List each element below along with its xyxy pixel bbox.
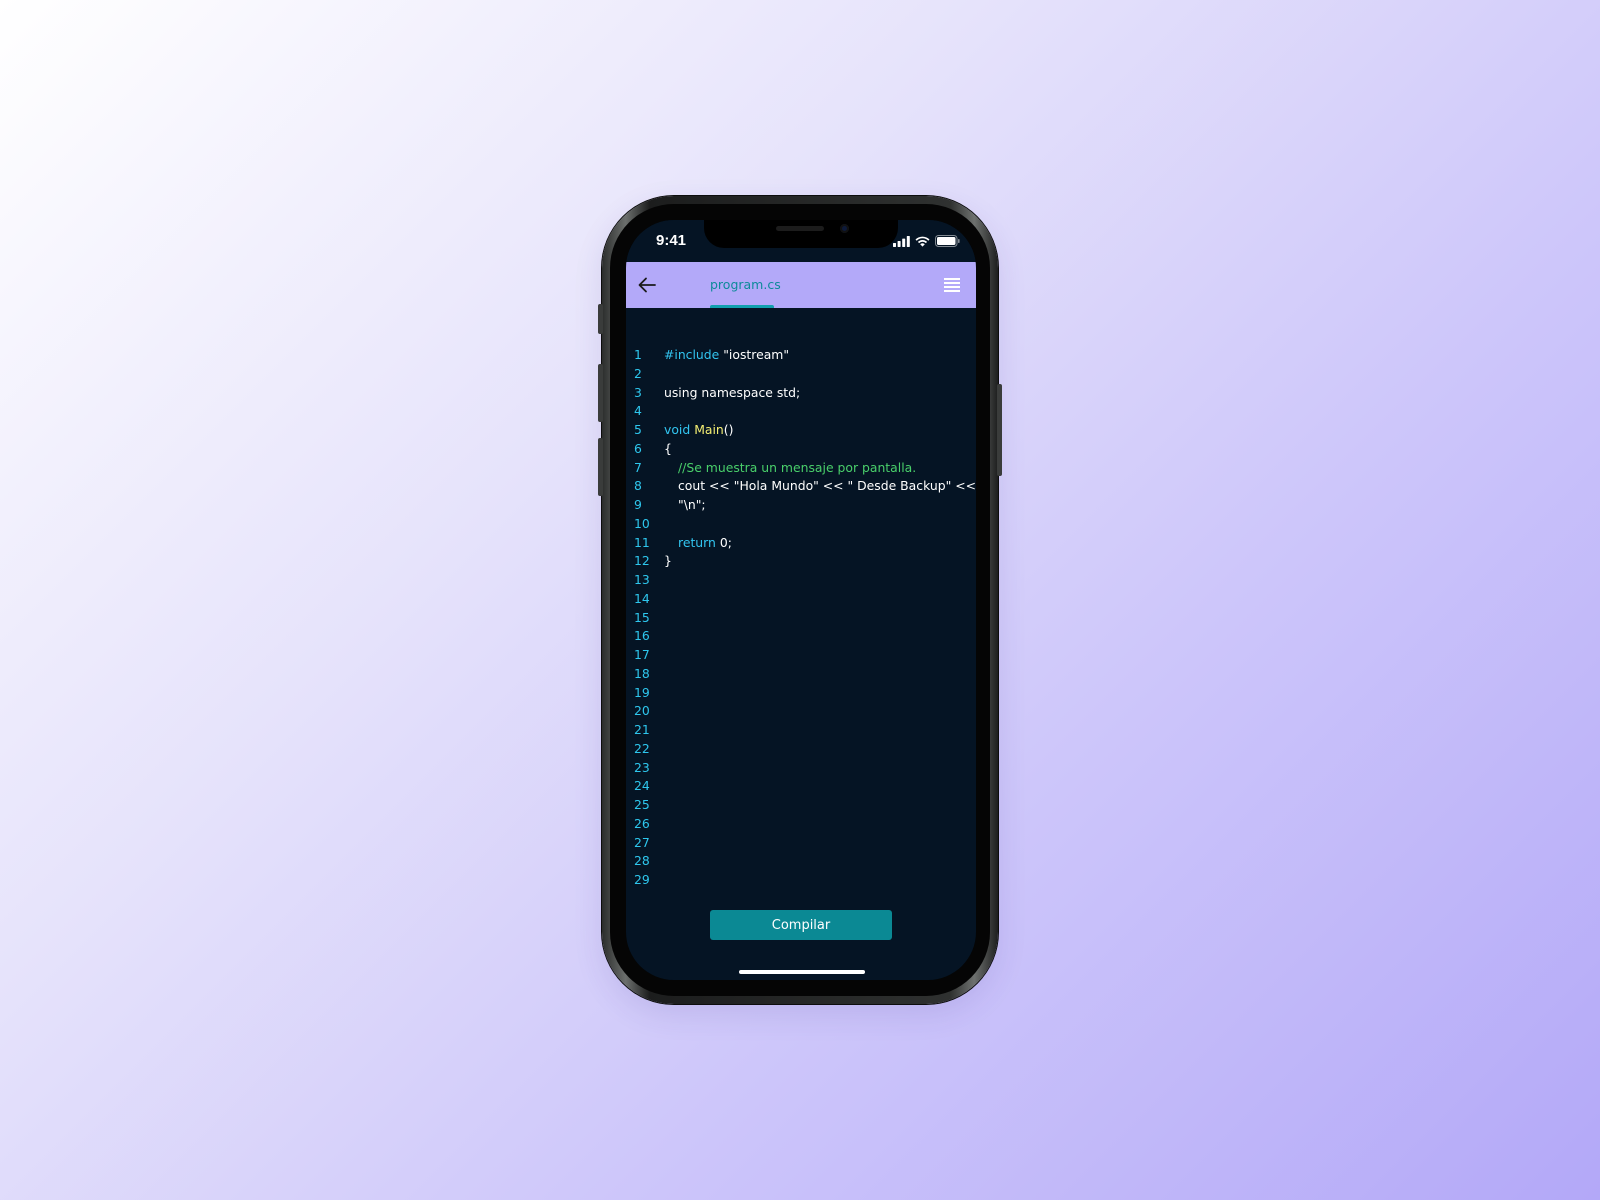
line-number: 6 [634, 440, 642, 456]
code-line: 15 [626, 609, 976, 628]
line-number: 3 [634, 384, 642, 400]
line-number: 17 [634, 647, 650, 662]
code-line: 2 [626, 365, 976, 384]
tab-active-indicator [710, 305, 774, 308]
code-line: 24 [626, 777, 976, 796]
code-token: 0; [715, 534, 732, 550]
code-line: 20 [626, 702, 976, 721]
line-number: 11 [634, 534, 650, 550]
line-content: return 0; [664, 534, 732, 553]
battery-icon [935, 235, 960, 247]
line-number: 15 [634, 609, 650, 625]
tab-program-cs[interactable]: program.cs [710, 262, 781, 308]
code-line: 3 using namespace std; [626, 384, 976, 403]
code-line: 26 [626, 815, 976, 834]
app-bar: program.cs [626, 262, 976, 308]
code-line: 10 [626, 515, 976, 534]
speaker-grille [776, 226, 824, 231]
home-indicator[interactable] [739, 970, 865, 974]
status-bar: 9:41 [626, 220, 976, 262]
front-camera [840, 224, 849, 233]
code-line: 14 [626, 590, 976, 609]
line-content: } [664, 553, 672, 569]
line-number: 29 [634, 872, 650, 887]
line-number: 5 [634, 422, 642, 437]
status-icons [893, 235, 960, 247]
line-number: 13 [634, 572, 650, 587]
line-number: 2 [634, 365, 642, 381]
code-line: 28 [626, 852, 976, 871]
line-number: 26 [634, 815, 650, 831]
line-number: 9 [634, 497, 642, 512]
line-number: 4 [634, 403, 642, 419]
line-number: 19 [634, 684, 650, 700]
line-number: 10 [634, 515, 650, 531]
line-number: 24 [634, 778, 650, 794]
code-line: 22 [626, 740, 976, 759]
line-number: 25 [634, 797, 650, 812]
keyword-token: #include [664, 347, 720, 362]
code-line: 25 [626, 796, 976, 815]
code-line: 5 void Main() [626, 421, 976, 440]
arrow-left-icon [638, 277, 656, 293]
line-number: 16 [634, 628, 650, 644]
phone-screen: 9:41 program.cs 1 #include "iostream" 2 … [626, 220, 976, 980]
tab-label: program.cs [710, 277, 781, 292]
line-content: "\n"; [678, 497, 706, 512]
menu-button[interactable] [942, 275, 962, 295]
code-line: 27 [626, 834, 976, 853]
volume-down-button [598, 438, 603, 496]
line-content: { [664, 440, 672, 456]
wifi-icon [915, 236, 930, 247]
code-line: 7 //Se muestra un mensaje por pantalla. [626, 459, 976, 478]
line-number: 27 [634, 834, 650, 850]
comment-token: //Se muestra un mensaje por pantalla. [678, 459, 917, 475]
code-line: 16 [626, 627, 976, 646]
notch [704, 220, 898, 248]
keyword-token: return [678, 534, 716, 550]
code-line: 4 [626, 402, 976, 421]
code-line: 18 [626, 665, 976, 684]
code-line: 29 [626, 871, 976, 890]
line-number: 18 [634, 665, 650, 681]
line-number: 28 [634, 853, 650, 869]
code-line: 1 #include "iostream" [626, 346, 976, 365]
back-button[interactable] [634, 272, 660, 298]
status-time: 9:41 [656, 232, 687, 249]
code-token: "iostream" [719, 347, 790, 362]
hamburger-menu-icon [944, 278, 960, 292]
function-token: Main [694, 422, 724, 437]
line-number: 22 [634, 740, 650, 756]
line-number: 14 [634, 590, 650, 606]
compile-button[interactable]: Compilar [710, 910, 892, 940]
line-number: 8 [634, 478, 642, 494]
code-line: 9 "\n"; [626, 496, 976, 515]
volume-up-button [598, 364, 603, 422]
code-line: 8 cout << "Hola Mundo" << " Desde Backup… [626, 477, 976, 496]
code-editor[interactable]: 1 #include "iostream" 2 3 using namespac… [626, 346, 976, 890]
line-content: cout << "Hola Mundo" << " Desde Backup" … [678, 478, 976, 494]
line-number: 1 [634, 347, 642, 362]
line-number: 7 [634, 459, 642, 475]
code-line: 13 [626, 571, 976, 590]
code-line: 12 } [626, 552, 976, 571]
line-content: using namespace std; [664, 384, 801, 400]
code-line: 21 [626, 721, 976, 740]
line-number: 12 [634, 553, 650, 569]
signal-icon [893, 235, 910, 247]
line-content: #include "iostream" [664, 346, 789, 365]
keyword-token: void [664, 422, 691, 437]
code-line: 11 return 0; [626, 534, 976, 553]
code-line: 17 [626, 646, 976, 665]
power-button [997, 384, 1002, 476]
line-content: void Main() [664, 421, 733, 440]
silent-switch [598, 304, 603, 334]
code-token: () [723, 422, 734, 437]
line-number: 21 [634, 722, 650, 737]
code-line: 19 [626, 684, 976, 703]
line-number: 23 [634, 759, 650, 775]
line-number: 20 [634, 703, 650, 719]
code-line: 6 { [626, 440, 976, 459]
code-line: 23 [626, 759, 976, 778]
